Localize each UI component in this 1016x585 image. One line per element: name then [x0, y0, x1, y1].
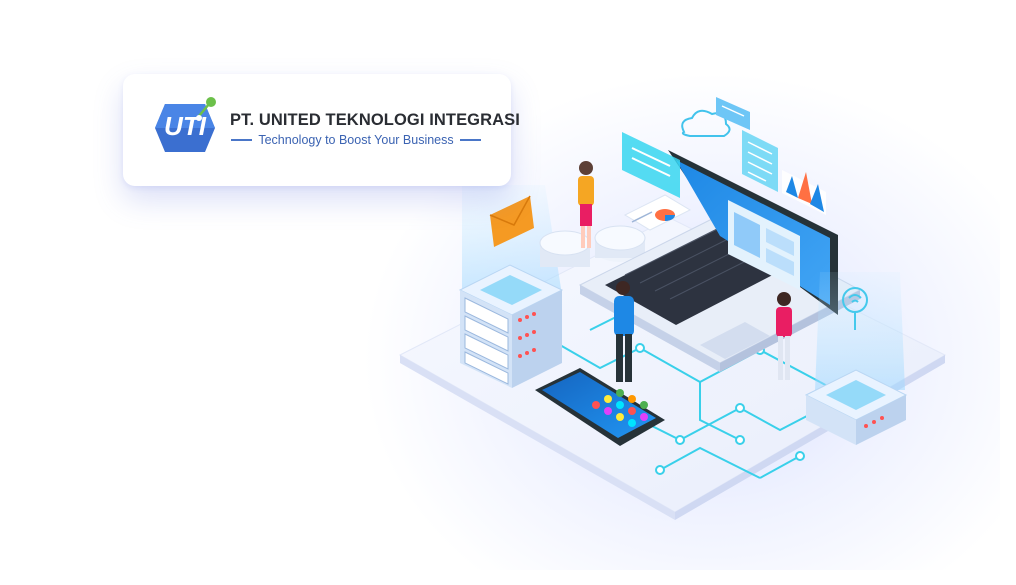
company-name: PT. UNITED TEKNOLOGI INTEGRASI [230, 111, 520, 129]
tagline-rule-left [231, 139, 253, 141]
tagline: Technology to Boost Your Business [258, 133, 454, 147]
document-panel [742, 130, 778, 192]
company-logo: UTI [155, 97, 216, 152]
logo-card: UTI PT. UNITED TEKNOLOGI INTEGRASI Techn… [123, 74, 520, 186]
tagline-row: Technology to Boost Your Business [231, 133, 481, 147]
tagline-rule-right [459, 139, 481, 141]
server-icon [458, 264, 564, 388]
chat-panel [622, 132, 680, 198]
bar-chart-icon [782, 170, 826, 215]
message-icon [716, 97, 750, 130]
logo-text: UTI [164, 111, 207, 141]
